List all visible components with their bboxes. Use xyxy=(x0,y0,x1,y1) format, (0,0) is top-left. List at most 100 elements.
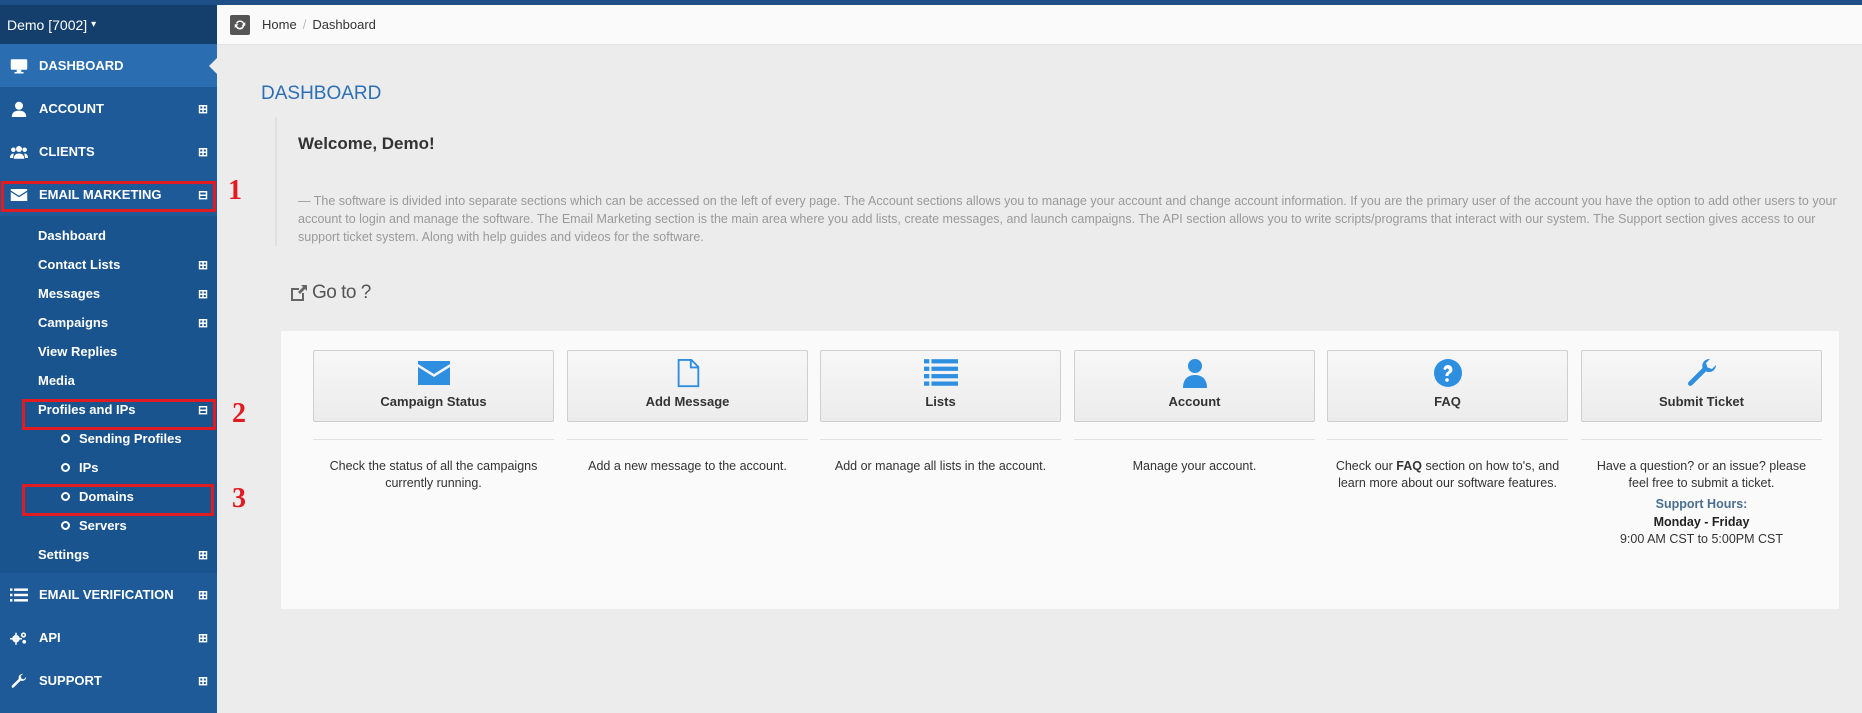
card-description: Add a new message to the account. xyxy=(588,459,787,473)
welcome-text: — The software is divided into separate … xyxy=(298,194,1837,244)
card-label: Campaign Status xyxy=(380,394,487,409)
sub-media[interactable]: Media xyxy=(0,366,217,395)
divider xyxy=(313,439,554,440)
sub-contact-lists-label: Contact Lists xyxy=(38,257,121,272)
divider xyxy=(567,439,808,440)
nav-api-label: API xyxy=(39,630,61,645)
nav-account[interactable]: ACCOUNT ⊞ xyxy=(0,87,217,130)
sub-profiles-and-ips-label: Profiles and IPs xyxy=(38,402,136,417)
card-description: Check the status of all the campaigns cu… xyxy=(329,459,538,490)
circle-icon xyxy=(61,492,70,501)
card-description: Manage your account. xyxy=(1132,459,1257,473)
sub-profiles-and-ips[interactable]: Profiles and IPs ⊟ xyxy=(0,395,217,424)
users-icon xyxy=(9,143,29,161)
sub-ips[interactable]: IPs xyxy=(0,453,217,482)
circle-icon xyxy=(61,434,70,443)
wrench-icon xyxy=(1687,358,1716,386)
nav-api[interactable]: API ⊞ xyxy=(0,616,217,659)
faq-link[interactable]: FAQ xyxy=(1396,459,1422,473)
nav-email-marketing[interactable]: EMAIL MARKETING ⊟ xyxy=(0,173,217,216)
collapse-icon[interactable]: ⊟ xyxy=(198,403,208,417)
annotation-number-1: 1 xyxy=(228,175,242,206)
nav-email-verification[interactable]: EMAIL VERIFICATION ⊞ xyxy=(0,573,217,616)
nav-email-marketing-label: EMAIL MARKETING xyxy=(39,187,162,202)
support-hours-days: Monday - Friday xyxy=(1653,514,1750,529)
annotation-number-3: 3 xyxy=(232,483,246,514)
support-hours-time: 9:00 AM CST to 5:00PM CST xyxy=(1619,532,1784,546)
sub-settings-label: Settings xyxy=(38,547,90,562)
add-message-button[interactable]: Add Message xyxy=(567,350,808,422)
card-faq: FAQ Check our FAQ section on how to's, a… xyxy=(1327,350,1568,492)
lists-button[interactable]: Lists xyxy=(820,350,1061,422)
circle-icon xyxy=(61,521,70,530)
account-selector[interactable]: Demo [7002] ▾ xyxy=(0,0,217,44)
chevron-down-icon: ▾ xyxy=(91,19,97,30)
expand-icon[interactable]: ⊞ xyxy=(198,145,208,159)
nav-clients[interactable]: CLIENTS ⊞ xyxy=(0,130,217,173)
card-label: FAQ xyxy=(1434,394,1461,409)
expand-icon[interactable]: ⊞ xyxy=(198,258,208,272)
sub-contact-lists[interactable]: Contact Lists ⊞ xyxy=(0,250,217,279)
annotation-number-2: 2 xyxy=(232,398,246,429)
card-label: Add Message xyxy=(645,394,730,409)
nav-support[interactable]: SUPPORT ⊞ xyxy=(0,659,217,702)
list-icon xyxy=(9,586,29,604)
user-icon xyxy=(1182,359,1207,388)
page-title: DASHBOARD xyxy=(261,83,382,104)
sub-campaigns[interactable]: Campaigns ⊞ xyxy=(0,308,217,337)
nav-clients-label: CLIENTS xyxy=(39,144,95,159)
sub-view-replies-label: View Replies xyxy=(38,344,118,359)
refresh-button[interactable] xyxy=(230,14,250,35)
account-button[interactable]: Account xyxy=(1074,350,1315,422)
submit-ticket-button[interactable]: Submit Ticket xyxy=(1581,350,1822,422)
sub-view-replies[interactable]: View Replies xyxy=(0,337,217,366)
question-circle-icon xyxy=(1433,359,1462,387)
sub-messages-label: Messages xyxy=(38,286,101,301)
nav-dashboard-label: DASHBOARD xyxy=(39,58,124,73)
sub-messages[interactable]: Messages ⊞ xyxy=(0,279,217,308)
card-campaign-status: Campaign Status Check the status of all … xyxy=(313,350,554,492)
expand-icon[interactable]: ⊞ xyxy=(198,674,208,688)
divider xyxy=(820,439,1061,440)
nav-dashboard[interactable]: DASHBOARD xyxy=(0,44,217,87)
file-icon xyxy=(677,358,699,388)
card-account: Account Manage your account. xyxy=(1074,350,1315,475)
card-add-message: Add Message Add a new message to the acc… xyxy=(567,350,808,475)
card-description: Check our FAQ section on how to's, and l… xyxy=(1327,458,1568,492)
envelope-icon xyxy=(9,186,29,204)
breadcrumb-home[interactable]: Home xyxy=(262,17,297,32)
collapse-icon[interactable]: ⊟ xyxy=(198,188,208,202)
sub-sending-profiles[interactable]: Sending Profiles xyxy=(0,424,217,453)
card-description: Have a question? or an issue? please fee… xyxy=(1596,459,1807,490)
breadcrumb-separator: / xyxy=(302,17,307,32)
sub-settings[interactable]: Settings ⊞ xyxy=(0,540,217,569)
welcome-block: Welcome, Demo! — The software is divided… xyxy=(275,117,1855,246)
sub-dashboard[interactable]: Dashboard xyxy=(0,221,217,250)
external-link-icon xyxy=(291,285,307,301)
nav-account-label: ACCOUNT xyxy=(39,101,104,116)
expand-icon[interactable]: ⊞ xyxy=(198,631,208,645)
divider xyxy=(1581,439,1822,440)
card-label: Lists xyxy=(925,394,956,409)
refresh-icon xyxy=(234,19,246,30)
expand-icon[interactable]: ⊞ xyxy=(198,316,208,330)
expand-icon[interactable]: ⊞ xyxy=(198,287,208,301)
envelope-icon xyxy=(417,361,450,385)
card-description: Add or manage all lists in the account. xyxy=(834,459,1047,473)
sub-domains[interactable]: Domains xyxy=(0,482,217,511)
nav-support-label: SUPPORT xyxy=(39,673,102,688)
expand-icon[interactable]: ⊞ xyxy=(198,102,208,116)
expand-icon[interactable]: ⊞ xyxy=(198,548,208,562)
sub-servers[interactable]: Servers xyxy=(0,511,217,540)
sidebar: Demo [7002] ▾ DASHBOARD ACCOUNT ⊞ CLIENT… xyxy=(0,0,217,713)
expand-icon[interactable]: ⊞ xyxy=(198,588,208,602)
campaign-status-button[interactable]: Campaign Status xyxy=(313,350,554,422)
monitor-icon xyxy=(9,57,29,75)
nav-email-verification-label: EMAIL VERIFICATION xyxy=(39,587,174,602)
account-selector-label: Demo [7002] xyxy=(7,16,88,33)
card-lists: Lists Add or manage all lists in the acc… xyxy=(820,350,1061,475)
sub-domains-label: Domains xyxy=(79,489,134,504)
wrench-icon xyxy=(9,672,29,690)
breadcrumb-current: Dashboard xyxy=(312,17,376,32)
faq-button[interactable]: FAQ xyxy=(1327,350,1568,422)
